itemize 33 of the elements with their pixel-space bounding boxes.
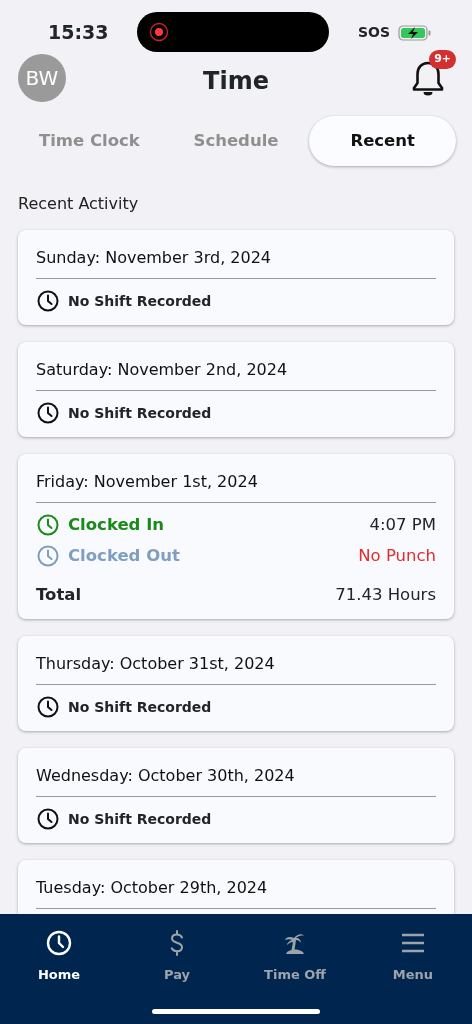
shift-status: No Shift Recorded	[68, 809, 212, 829]
clock-icon	[36, 401, 60, 425]
day-date: Wednesday: October 30th, 2024	[36, 765, 296, 788]
punch-time: No Punch	[358, 544, 436, 567]
shift-status: No Shift Recorded	[68, 291, 212, 311]
nav-tab[interactable]: Pay	[118, 928, 236, 1024]
nav-tab[interactable]: Home	[0, 928, 118, 1024]
carrier-label: SOS	[357, 23, 390, 42]
notification-badge: 9+	[429, 50, 456, 69]
clock-icon	[36, 544, 60, 569]
total-hours: 71.43 Hours	[335, 583, 436, 606]
punch-label: Clocked In	[68, 514, 165, 536]
clock-icon	[36, 695, 60, 720]
clock-icon	[45, 929, 73, 957]
punch-label: Clocked Out	[68, 544, 180, 567]
clock-time: 15:33	[48, 20, 109, 45]
day-date: Tuesday: October 29th, 2024	[36, 877, 269, 900]
clock-icon	[36, 289, 60, 313]
total-label: Total	[36, 583, 82, 606]
shift-status: No Shift Recorded	[68, 697, 212, 717]
day-date: Friday: November 1st, 2024	[36, 471, 259, 493]
shift-status: No Shift Recorded	[68, 403, 212, 423]
day-date: Saturday: November 2nd, 2024	[36, 359, 289, 381]
page-title: Time	[203, 66, 269, 97]
day-date: Sunday: November 3rd, 2024	[36, 247, 273, 269]
section-title: Recent Activity	[18, 193, 140, 215]
punch-time: 4:07 PM	[369, 514, 436, 536]
nav-tab[interactable]: Menu	[354, 928, 472, 1024]
day-date: Thursday: October 31st, 2024	[36, 653, 276, 676]
nav-tab[interactable]: Time Off	[236, 928, 354, 1024]
tab[interactable]: Recent	[309, 116, 456, 166]
clock-icon	[36, 513, 60, 538]
clock-icon	[36, 807, 60, 832]
